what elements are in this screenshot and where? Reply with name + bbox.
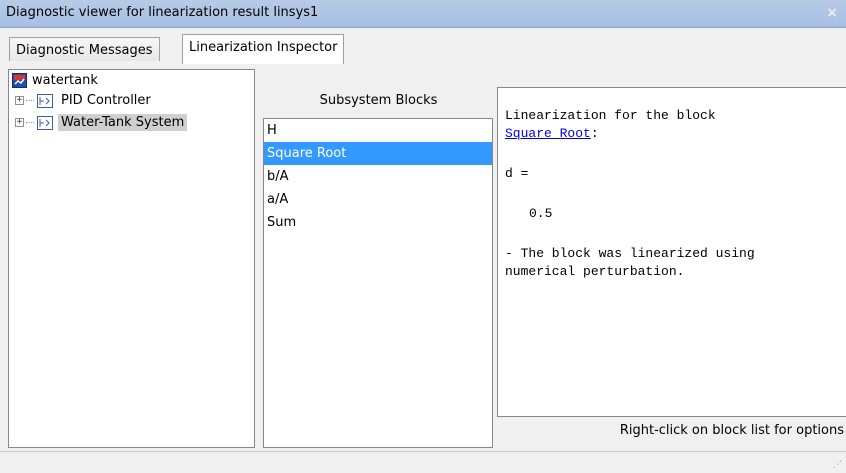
tab-linearization-inspector[interactable]: Linearization Inspector [182,34,345,64]
simulink-model-icon [12,73,27,88]
tree-root-label: watertank [32,73,98,88]
block-list-item-h[interactable]: H [264,119,492,142]
note-line-2: numerical perturbation. [505,264,685,279]
info-heading: Linearization for the block [505,108,716,123]
note-line-1: - The block was linearized using [505,246,755,261]
block-list-item-a-over-a[interactable]: a/A [264,188,492,211]
block-list-item-sum[interactable]: Sum [264,211,492,234]
block-list-item-b-over-a[interactable]: b/A [264,165,492,188]
resize-grip-icon[interactable]: ⋰ [833,460,842,470]
linearization-inspector-panel: watertank + PID Controller + Water-Tank … [0,61,846,451]
tree-connector [26,122,34,123]
block-list-item-square-root[interactable]: Square Root [264,142,492,165]
tree-connector [26,100,34,101]
status-bar: ⋰ [0,451,846,473]
subsystem-block-icon [37,115,53,130]
model-tree[interactable]: watertank + PID Controller + Water-Tank … [8,69,255,448]
tree-node-water-tank-system[interactable]: + Water-Tank System [15,114,188,131]
d-label: d = [505,166,529,181]
tab-strip: Diagnostic Messages Linearization Inspec… [0,28,846,64]
tree-label-pid-controller: PID Controller [61,93,151,108]
link-suffix: : [590,126,599,141]
tree-node-watertank[interactable]: watertank [12,73,98,88]
square-root-block-link[interactable]: Square Root [505,126,591,141]
subsystem-block-icon [37,93,53,108]
close-icon[interactable]: × [826,4,838,22]
tree-node-pid-controller[interactable]: + PID Controller [15,92,154,109]
window-title: Diagnostic viewer for linearization resu… [6,5,319,20]
tree-label-water-tank-system: Water-Tank System [58,114,188,131]
subsystem-blocks-list[interactable]: H Square Root b/A a/A Sum [263,118,493,448]
expand-icon[interactable]: + [15,96,24,105]
block-list-hint: Right-click on block list for options [619,423,844,438]
title-bar: Diagnostic viewer for linearization resu… [0,0,846,28]
tab-diagnostic-messages[interactable]: Diagnostic Messages [9,37,160,63]
d-value: 0.5 [529,206,553,221]
subsystem-blocks-header: Subsystem Blocks [319,93,438,108]
linearization-info-pane: Linearization for the block Square Root:… [497,87,846,417]
expand-icon[interactable]: + [15,118,24,127]
